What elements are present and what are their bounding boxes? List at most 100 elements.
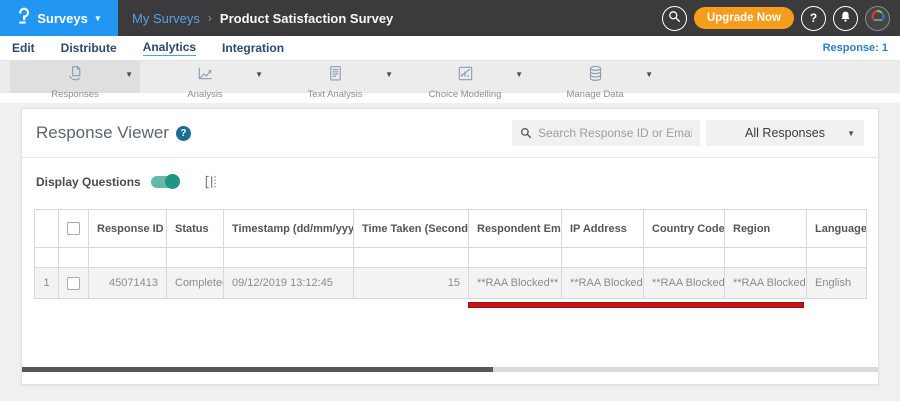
surveys-product-menu[interactable]: Surveys ▼ [0, 0, 118, 36]
toggle-knob [164, 174, 180, 189]
toolbar-item-responses[interactable]: Responses ▼ [10, 61, 140, 100]
toolbar-item-analysis[interactable]: Analysis ▼ [140, 61, 270, 100]
respondent-email-cell: **RAA Blocked** [468, 267, 562, 299]
country-code-cell: **RAA Blocked** [643, 267, 725, 299]
response-count-label: Response: 1 [822, 42, 888, 54]
text-analysis-icon [326, 64, 345, 88]
chevron-down-icon[interactable]: ▼ [385, 70, 393, 79]
chevron-down-icon[interactable]: ▼ [515, 70, 523, 79]
column-header-time-taken[interactable]: Time Taken (Seconds)⇅ [353, 209, 469, 248]
breadcrumb-current-survey: Product Satisfaction Survey [219, 10, 394, 26]
column-header-timestamp[interactable]: Timestamp (dd/mm/yyyy)⇅ [223, 209, 354, 248]
column-header-respondent-email: Respondent Email [468, 209, 562, 248]
row-checkbox-cell [58, 267, 89, 299]
search-icon [520, 127, 532, 139]
column-label: Response ID [97, 222, 164, 235]
row-number: 1 [34, 267, 59, 299]
display-questions-toggle[interactable] [150, 174, 180, 189]
column-header-ip-address: IP Address [561, 209, 644, 248]
column-label: Timestamp (dd/mm/yyyy) [232, 222, 354, 235]
filter-row [34, 247, 867, 268]
column-header-status: Status [166, 209, 224, 248]
search-button[interactable] [661, 5, 687, 31]
user-avatar[interactable] [865, 5, 890, 31]
breadcrumb: My Surveys › Product Satisfaction Survey [132, 11, 393, 26]
timestamp-cell: 09/12/2019 13:12:45 [223, 267, 354, 299]
toolbar-label-text-analysis: Text Analysis [307, 89, 363, 100]
response-id-link[interactable]: 45071413 [88, 267, 167, 299]
select-all-cell [58, 209, 89, 248]
notifications-button[interactable] [833, 5, 858, 31]
toolbar-item-manage-data[interactable]: Manage Data ▼ [530, 61, 660, 100]
column-header-country-code: Country Code [643, 209, 725, 248]
response-search-box [512, 120, 700, 146]
breadcrumb-separator: › [207, 11, 212, 25]
status-cell: Completed [166, 267, 224, 299]
tab-integration[interactable]: Integration [222, 41, 284, 55]
topbar-actions: Upgrade Now ? [661, 5, 900, 31]
search-input[interactable] [538, 126, 692, 140]
annotation-red-bar [468, 302, 804, 308]
analytics-toolbar: Responses ▼ Analysis ▼ Text Analysis ▼ C… [0, 60, 900, 100]
toolbar-label-analysis: Analysis [187, 89, 223, 100]
top-bar: Surveys ▼ My Surveys › Product Satisfact… [0, 0, 900, 36]
toolbar-item-text-analysis[interactable]: Text Analysis ▼ [270, 61, 400, 100]
column-label: IP Address [570, 222, 627, 235]
page-background: Response Viewer ? All Responses ▼ Displa… [0, 103, 900, 401]
response-viewer-card: Response Viewer ? All Responses ▼ Displa… [21, 108, 879, 385]
bell-icon [839, 10, 852, 26]
filter-cell[interactable] [468, 247, 562, 268]
table-row: 1 45071413 Completed 09/12/2019 13:12:45… [34, 267, 867, 299]
tab-bar: Edit Distribute Analytics Integration Re… [0, 36, 900, 60]
search-icon [668, 10, 681, 26]
toolbar-label-choice-modelling: Choice Modelling [428, 89, 502, 100]
page-title: Response Viewer [36, 123, 169, 142]
filter-cell[interactable] [724, 247, 807, 268]
choice-modelling-icon [456, 64, 475, 88]
avatar-logo-icon [870, 8, 886, 29]
tab-edit[interactable]: Edit [12, 41, 35, 55]
column-header-region: Region [724, 209, 807, 248]
help-button[interactable]: ? [801, 5, 826, 31]
question-mark-icon: ? [809, 11, 818, 25]
manage-data-icon [586, 64, 605, 88]
chevron-down-icon[interactable]: ▼ [255, 70, 263, 79]
tab-distribute[interactable]: Distribute [61, 41, 117, 55]
horizontal-scrollbar[interactable] [22, 367, 878, 372]
card-header: Response Viewer ? All Responses ▼ [22, 109, 878, 158]
time-taken-cell: 15 [353, 267, 469, 299]
filter-cell[interactable] [166, 247, 224, 268]
upgrade-now-button[interactable]: Upgrade Now [693, 7, 794, 29]
filter-cell[interactable] [561, 247, 644, 268]
column-label: Region [733, 222, 771, 235]
filter-cell[interactable] [223, 247, 354, 268]
column-label: Language [815, 222, 867, 235]
filter-cell[interactable] [88, 247, 167, 268]
filter-cell[interactable] [806, 247, 867, 268]
tab-analytics[interactable]: Analytics [142, 40, 197, 56]
viewer-help-icon[interactable]: ? [175, 125, 191, 141]
column-header-language: Language [806, 209, 867, 248]
freeze-columns-icon[interactable] [204, 174, 219, 195]
toolbar-item-choice-modelling[interactable]: Choice Modelling ▼ [400, 61, 530, 100]
column-header-response-id[interactable]: Response ID▼ [88, 209, 167, 248]
table-controls: Display Questions [22, 158, 878, 209]
ip-address-cell: **RAA Blocked** [561, 267, 644, 299]
display-questions-label: Display Questions [36, 175, 141, 189]
language-cell: English [806, 267, 867, 299]
filter-cell[interactable] [353, 247, 469, 268]
scrollbar-thumb[interactable] [22, 367, 493, 372]
select-all-checkbox[interactable] [67, 222, 80, 235]
breadcrumb-my-surveys[interactable]: My Surveys [132, 11, 200, 26]
chevron-down-icon: ▼ [93, 14, 102, 23]
app-window: Surveys ▼ My Surveys › Product Satisfact… [0, 0, 900, 401]
filter-cell[interactable] [643, 247, 725, 268]
chevron-down-icon[interactable]: ▼ [125, 70, 133, 79]
chevron-down-icon[interactable]: ▼ [645, 70, 653, 79]
product-label: Surveys [37, 10, 88, 26]
region-cell: **RAA Blocked** [724, 267, 807, 299]
responses-table: Response ID▼ Status Timestamp (dd/mm/yyy… [34, 209, 867, 299]
chevron-down-icon: ▼ [847, 129, 855, 138]
responses-filter-dropdown[interactable]: All Responses ▼ [706, 120, 864, 146]
row-checkbox[interactable] [67, 276, 80, 290]
